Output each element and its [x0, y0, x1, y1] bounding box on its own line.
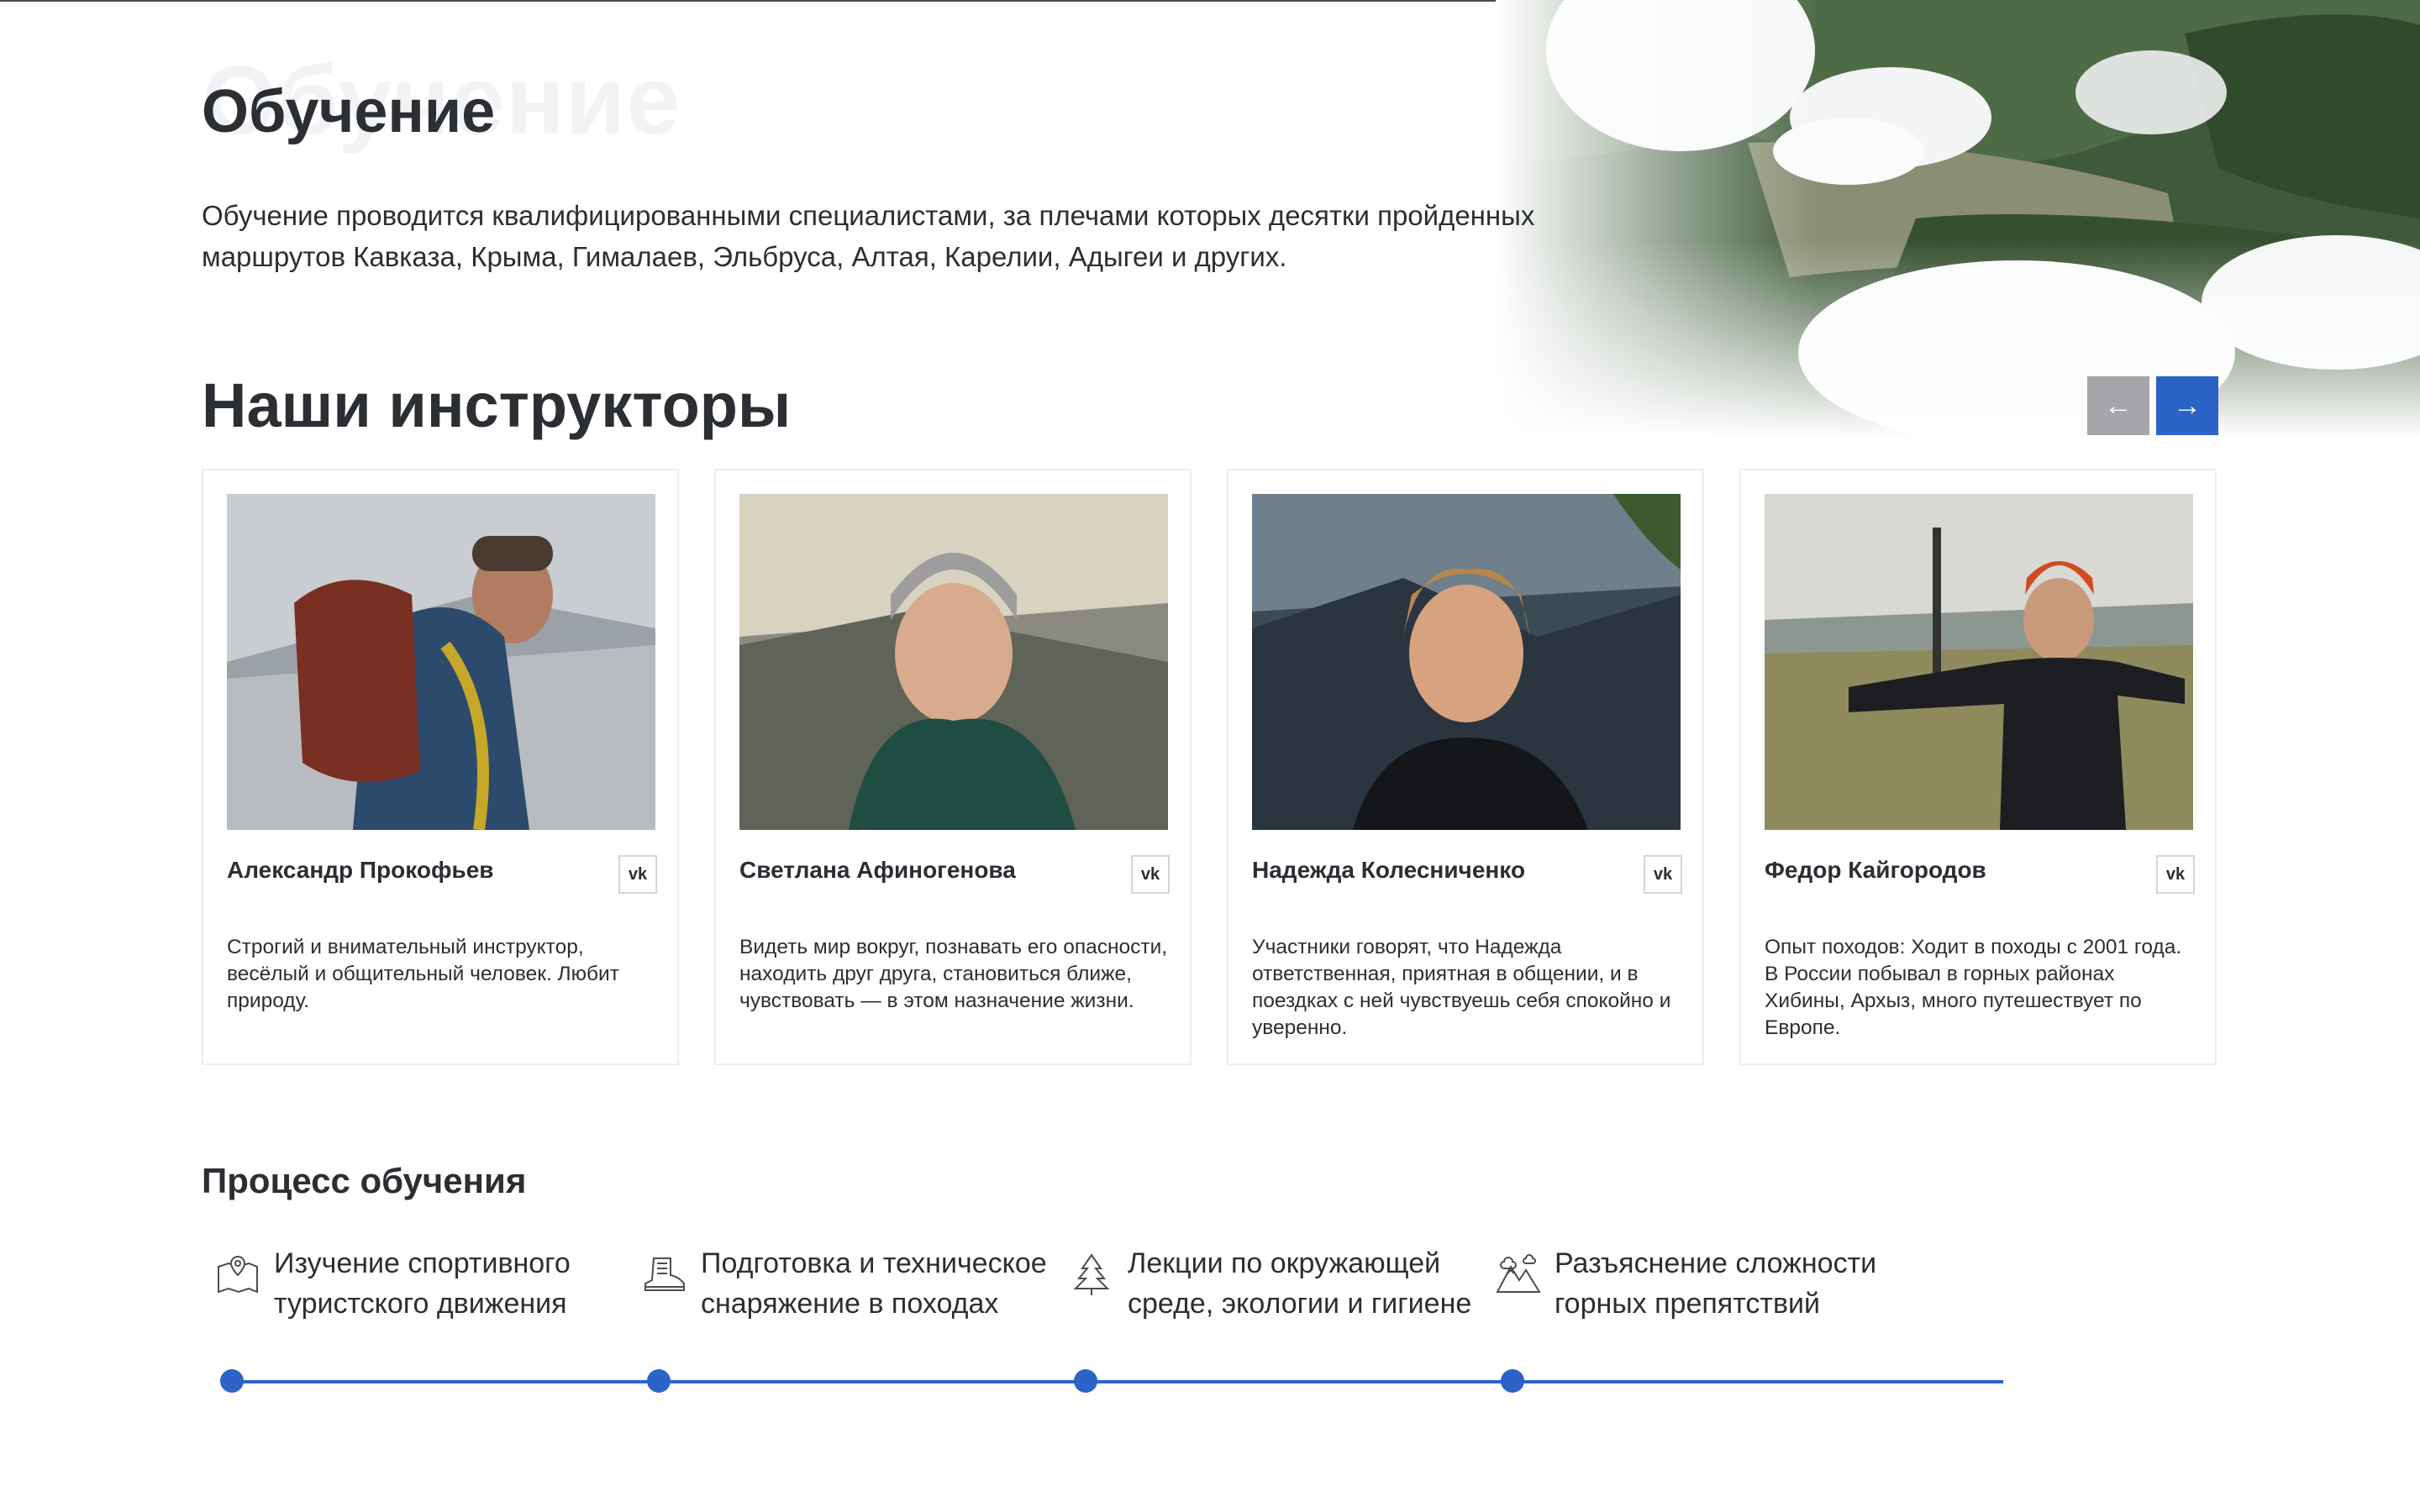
instructor-photo — [739, 494, 1168, 830]
instructor-description: Видеть мир вокруг, познавать его опаснос… — [739, 936, 1168, 1012]
instructor-photo — [227, 494, 655, 830]
page-title: Обучение — [202, 78, 496, 145]
carousel-prev-button[interactable]: ← — [2087, 376, 2149, 435]
instructor-cards: Александр Прокофьев vk Строгий и внимате… — [202, 469, 2218, 1067]
instructor-card: Федор Кайгородов vk Опыт походов: Ходит … — [1739, 469, 2217, 1065]
instructor-photo — [1252, 494, 1681, 830]
timeline-dot — [1074, 1369, 1097, 1393]
instructor-card: Надежда Колесниченко vk Участники говоря… — [1227, 469, 1704, 1065]
pine-tree-icon — [1069, 1252, 1114, 1297]
map-pin-icon — [215, 1252, 260, 1297]
process-step-label: Лекции по окружающей среде, экологии и г… — [1128, 1247, 1472, 1320]
instructor-description: Строгий и внимательный инструктор, весёл… — [227, 936, 619, 1012]
timeline-dot — [647, 1369, 671, 1393]
process-step-label: Подготовка и техническое снаряжение в по… — [701, 1247, 1047, 1320]
instructor-card: Светлана Афиногенова vk Видеть мир вокру… — [714, 469, 1192, 1065]
instructor-name: Светлана Афиногенова — [739, 857, 1016, 883]
instructor-description: Участники говорят, что Надежда ответстве… — [1252, 936, 1671, 1039]
timeline-dot — [220, 1369, 244, 1393]
instructor-card: Александр Прокофьев vk Строгий и внимате… — [202, 469, 679, 1065]
vk-link-button[interactable]: vk — [1644, 855, 1682, 894]
instructor-name: Александр Прокофьев — [227, 857, 494, 883]
timeline-dot — [1501, 1369, 1524, 1393]
hero-landscape-image — [1496, 0, 2420, 437]
vk-icon: vk — [1653, 864, 1673, 884]
timeline-line — [230, 1380, 2003, 1383]
vk-icon: vk — [1140, 864, 1160, 884]
process-step-label: Изучение спортивного туристского движени… — [274, 1247, 571, 1320]
intro-text: Обучение проводится квалифицированными с… — [202, 200, 1535, 272]
carousel-next-button[interactable]: → — [2156, 376, 2218, 435]
instructor-name: Федор Кайгородов — [1765, 857, 1986, 883]
process-title: Процесс обучения — [202, 1161, 527, 1200]
vk-icon: vk — [2165, 864, 2186, 884]
vk-icon: vk — [628, 864, 648, 884]
hiking-boot-icon — [642, 1252, 687, 1297]
vk-link-button[interactable]: vk — [618, 855, 657, 894]
process-step-label: Разъяснение сложности горных препятствий — [1555, 1247, 1877, 1320]
vk-link-button[interactable]: vk — [2156, 855, 2195, 894]
instructor-name: Надежда Колесниченко — [1252, 857, 1526, 883]
instructors-title: Наши инструкторы — [202, 370, 792, 440]
mountains-icon — [1496, 1252, 1541, 1297]
vk-link-button[interactable]: vk — [1131, 855, 1170, 894]
arrow-left-icon: ← — [2104, 389, 2133, 422]
arrow-right-icon: → — [2173, 389, 2202, 422]
instructor-photo — [1765, 494, 2193, 830]
instructor-description: Опыт походов: Ходит в походы с 2001 года… — [1765, 936, 2182, 1039]
